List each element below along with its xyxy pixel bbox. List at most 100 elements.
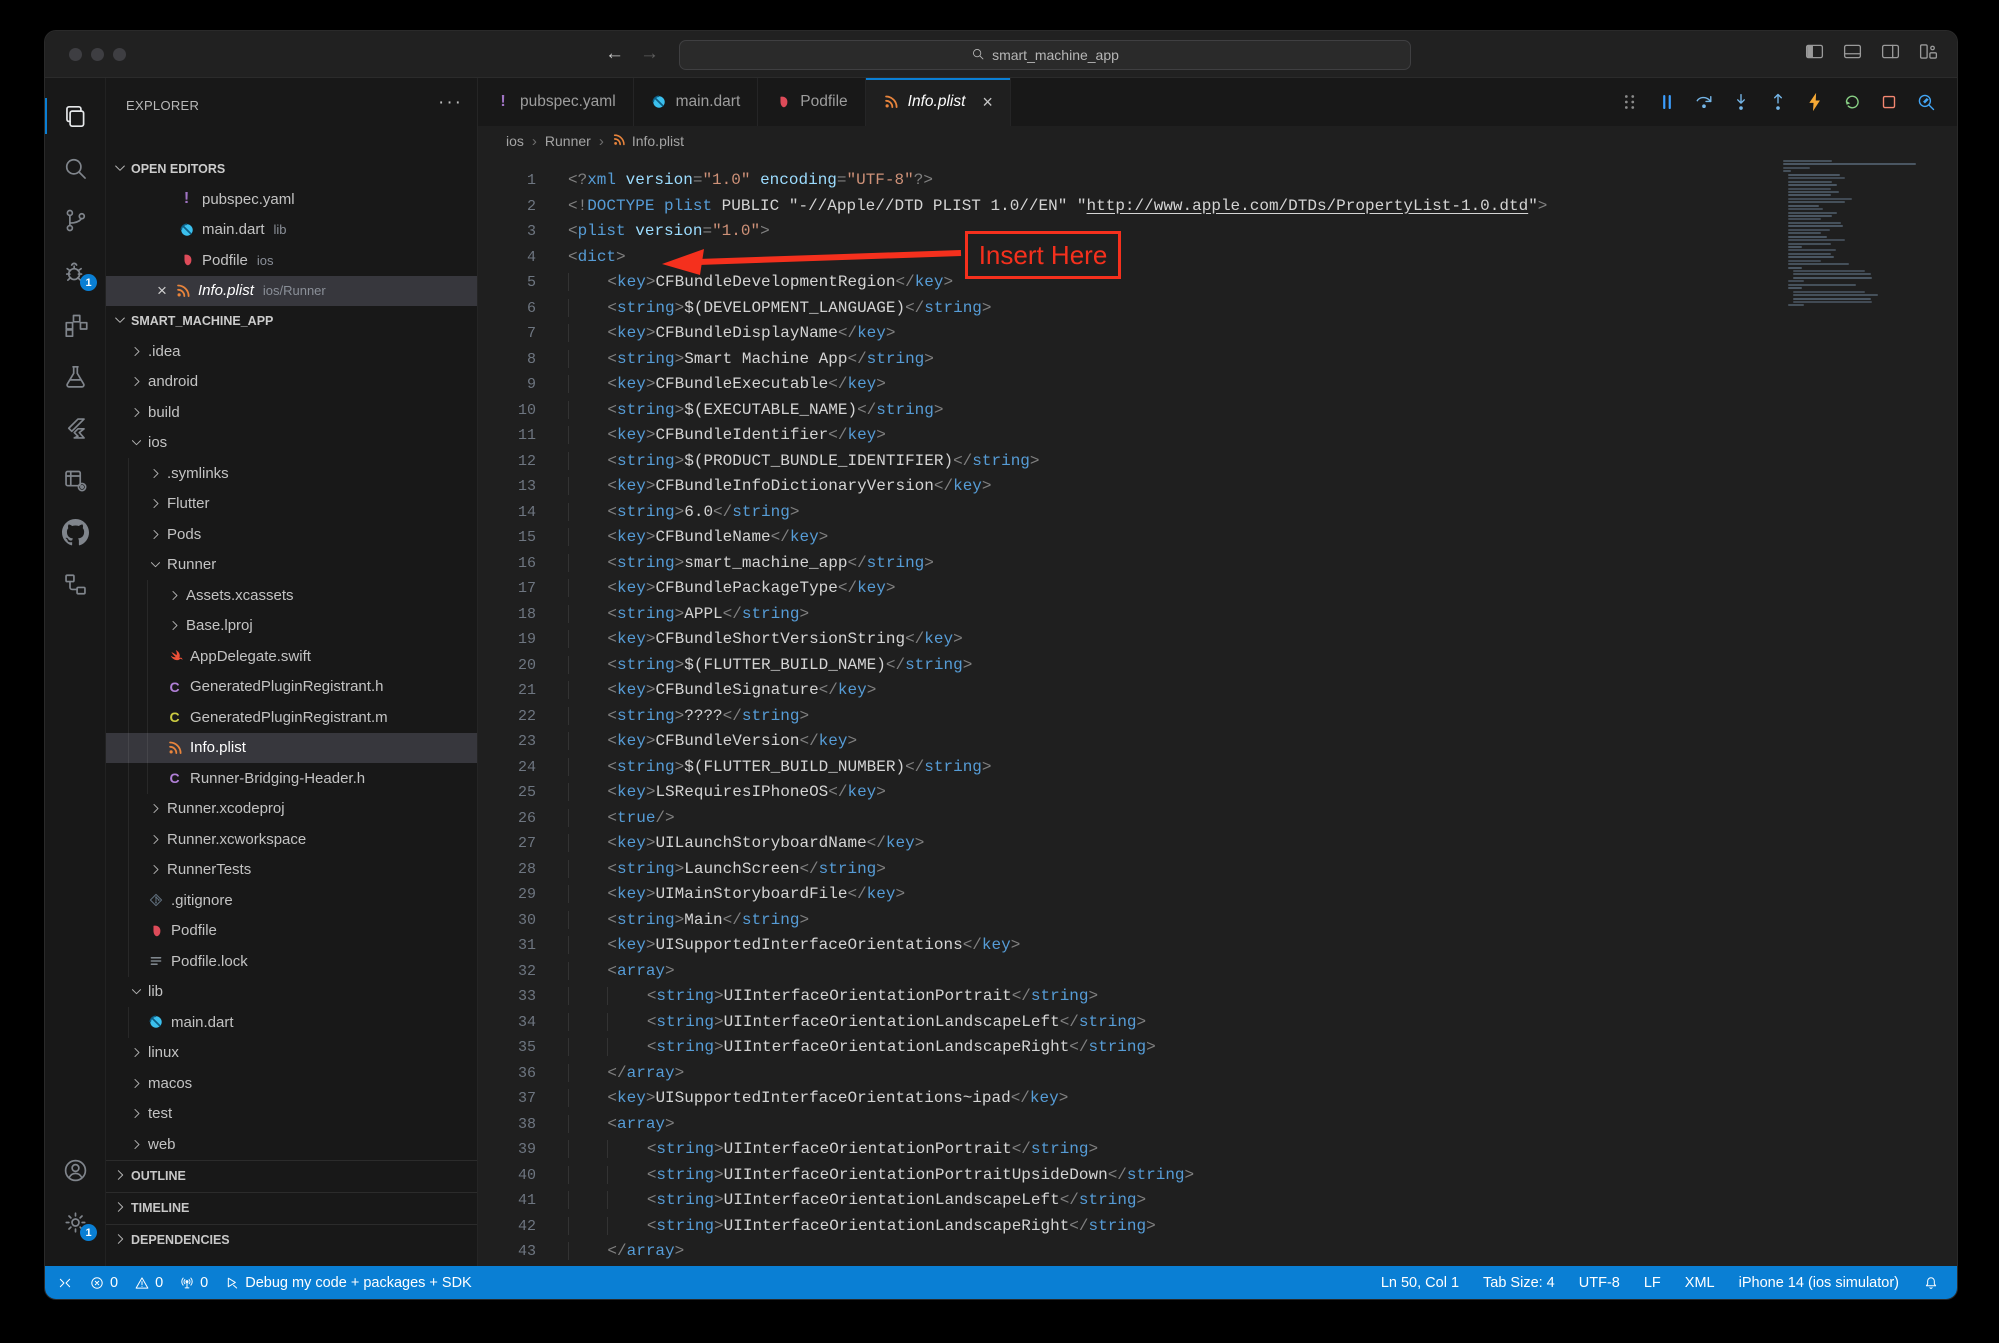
step-into-button[interactable] [1730, 91, 1752, 113]
status-debug-launch[interactable]: Debug my code + packages + SDK [224, 1275, 472, 1291]
activity-bar-item-source-control[interactable] [45, 194, 105, 246]
restart-button[interactable] [1841, 91, 1863, 113]
step-out-button[interactable] [1767, 91, 1789, 113]
tree-item[interactable]: Runner.xcodeproj [106, 794, 477, 825]
project-root-header[interactable]: SMART_MACHINE_APP [106, 306, 477, 336]
customize-layout-button[interactable] [1918, 41, 1939, 67]
activity-bar-item-search[interactable] [45, 142, 105, 194]
tab-pubspec-yaml[interactable]: !pubspec.yaml [478, 78, 634, 126]
status-encoding[interactable]: UTF-8 [1579, 1275, 1620, 1291]
sidebar-section-outline[interactable]: OUTLINE [106, 1160, 477, 1192]
open-editor-item[interactable]: ×Info.plistios/Runner [106, 276, 477, 307]
toggle-secondary-sidebar-button[interactable] [1880, 41, 1901, 67]
tree-item[interactable]: test [106, 1099, 477, 1130]
tree-item[interactable]: ios [106, 428, 477, 459]
sidebar-section-timeline[interactable]: TIMELINE [106, 1192, 477, 1224]
tree-item[interactable]: macos [106, 1068, 477, 1099]
activity-bar-item-project-tools[interactable] [45, 454, 105, 506]
tree-item-label: AppDelegate.swift [190, 648, 311, 665]
open-editor-item[interactable]: !pubspec.yaml [106, 184, 477, 215]
tree-item[interactable]: Pods [106, 519, 477, 550]
activity-bar-item-testing[interactable] [45, 350, 105, 402]
back-icon[interactable]: ← [605, 43, 624, 65]
forward-icon[interactable]: → [640, 43, 659, 65]
status-warnings[interactable]: 0 [134, 1275, 163, 1291]
command-center-search[interactable]: smart_machine_app [679, 40, 1411, 70]
minimap-line [1783, 163, 1916, 165]
sidebar-section-dependencies[interactable]: DEPENDENCIES [106, 1224, 477, 1256]
status-remote-indicator[interactable] [57, 1275, 73, 1291]
activity-bar-item-explorer[interactable] [45, 90, 105, 142]
drag-grip-button[interactable] [1619, 91, 1641, 113]
tree-item[interactable]: Podfile [106, 916, 477, 947]
open-editors-header[interactable]: OPEN EDITORS [106, 154, 477, 184]
widget-inspector-button[interactable] [1915, 91, 1937, 113]
code-editor[interactable]: 1<?xml version="1.0" encoding="UTF-8"?>2… [478, 156, 1957, 1266]
tree-item[interactable]: Runner [106, 550, 477, 581]
status-notifications[interactable] [1923, 1275, 1939, 1291]
open-editor-item[interactable]: main.dartlib [106, 215, 477, 246]
stop-button[interactable] [1878, 91, 1900, 113]
tree-item-label: linux [148, 1044, 179, 1061]
zoom-window-button[interactable] [113, 48, 126, 61]
tree-item[interactable]: Assets.xcassets [106, 580, 477, 611]
tree-item[interactable]: linux [106, 1038, 477, 1069]
minimize-window-button[interactable] [91, 48, 104, 61]
tree-item[interactable]: Base.lproj [106, 611, 477, 642]
indent-guide [568, 1166, 607, 1184]
close-icon[interactable]: × [152, 281, 172, 301]
activity-bar-item-accounts[interactable] [45, 1144, 105, 1196]
tree-item[interactable]: Runner.xcworkspace [106, 824, 477, 855]
line-number: 10 [478, 398, 536, 424]
tab-info-plist[interactable]: Info.plist× [866, 78, 1011, 126]
indent-guide [568, 809, 607, 827]
status-language-mode[interactable]: XML [1685, 1275, 1715, 1291]
close-icon[interactable]: × [982, 92, 993, 113]
tree-item[interactable]: build [106, 397, 477, 428]
status-indentation[interactable]: Tab Size: 4 [1483, 1275, 1555, 1291]
toggle-sidebar-button[interactable] [1804, 41, 1825, 67]
status-errors[interactable]: 0 [89, 1275, 118, 1291]
tree-item[interactable]: CGeneratedPluginRegistrant.h [106, 672, 477, 703]
activity-bar-item-extensions[interactable] [45, 298, 105, 350]
open-editor-item[interactable]: Podfileios [106, 245, 477, 276]
tree-item[interactable]: Flutter [106, 489, 477, 520]
step-over-button[interactable] [1693, 91, 1715, 113]
chevron-right-icon [128, 1044, 145, 1061]
tree-item[interactable]: .idea [106, 336, 477, 367]
tree-item[interactable]: lib [106, 977, 477, 1008]
pause-button[interactable] [1656, 91, 1678, 113]
tab-podfile[interactable]: Podfile [758, 78, 865, 126]
tab-main-dart[interactable]: main.dart [634, 78, 759, 126]
status-cursor-position[interactable]: Ln 50, Col 1 [1381, 1275, 1459, 1291]
activity-bar-item-run-and-debug[interactable]: 1 [45, 246, 105, 298]
toggle-panel-button[interactable] [1842, 41, 1863, 67]
breadcrumb-item[interactable]: ios [506, 133, 524, 149]
activity-bar-item-github[interactable] [45, 506, 105, 558]
tree-item[interactable]: CGeneratedPluginRegistrant.m [106, 702, 477, 733]
hot-reload-button[interactable] [1804, 91, 1826, 113]
breadcrumb-item[interactable]: Runner [545, 133, 591, 149]
tree-item[interactable]: web [106, 1129, 477, 1160]
close-window-button[interactable] [69, 48, 82, 61]
more-actions-button[interactable]: ··· [438, 92, 463, 114]
activity-bar-item-flutter[interactable] [45, 402, 105, 454]
status-eol[interactable]: LF [1644, 1275, 1661, 1291]
status-device-selector[interactable]: iPhone 14 (ios simulator) [1739, 1275, 1899, 1291]
indent-guide [128, 550, 147, 581]
breadcrumb-file[interactable]: Info.plist [612, 133, 684, 150]
tree-item[interactable]: .gitignore [106, 885, 477, 916]
tree-item[interactable]: .symlinks [106, 458, 477, 489]
tree-item[interactable]: RunnerTests [106, 855, 477, 886]
tree-item[interactable]: main.dart [106, 1007, 477, 1038]
status-text: Ln 50, Col 1 [1381, 1275, 1459, 1291]
tree-item[interactable]: Podfile.lock [106, 946, 477, 977]
tree-item[interactable]: Info.plist [106, 733, 477, 764]
tree-item[interactable]: AppDelegate.swift [106, 641, 477, 672]
tree-item[interactable]: CRunner-Bridging-Header.h [106, 763, 477, 794]
activity-bar-item-settings[interactable]: 1 [45, 1196, 105, 1248]
activity-bar-item-hierarchy[interactable] [45, 558, 105, 610]
tree-item[interactable]: android [106, 367, 477, 398]
status-ports[interactable]: 0 [179, 1275, 208, 1291]
minimap[interactable] [1783, 160, 1923, 308]
